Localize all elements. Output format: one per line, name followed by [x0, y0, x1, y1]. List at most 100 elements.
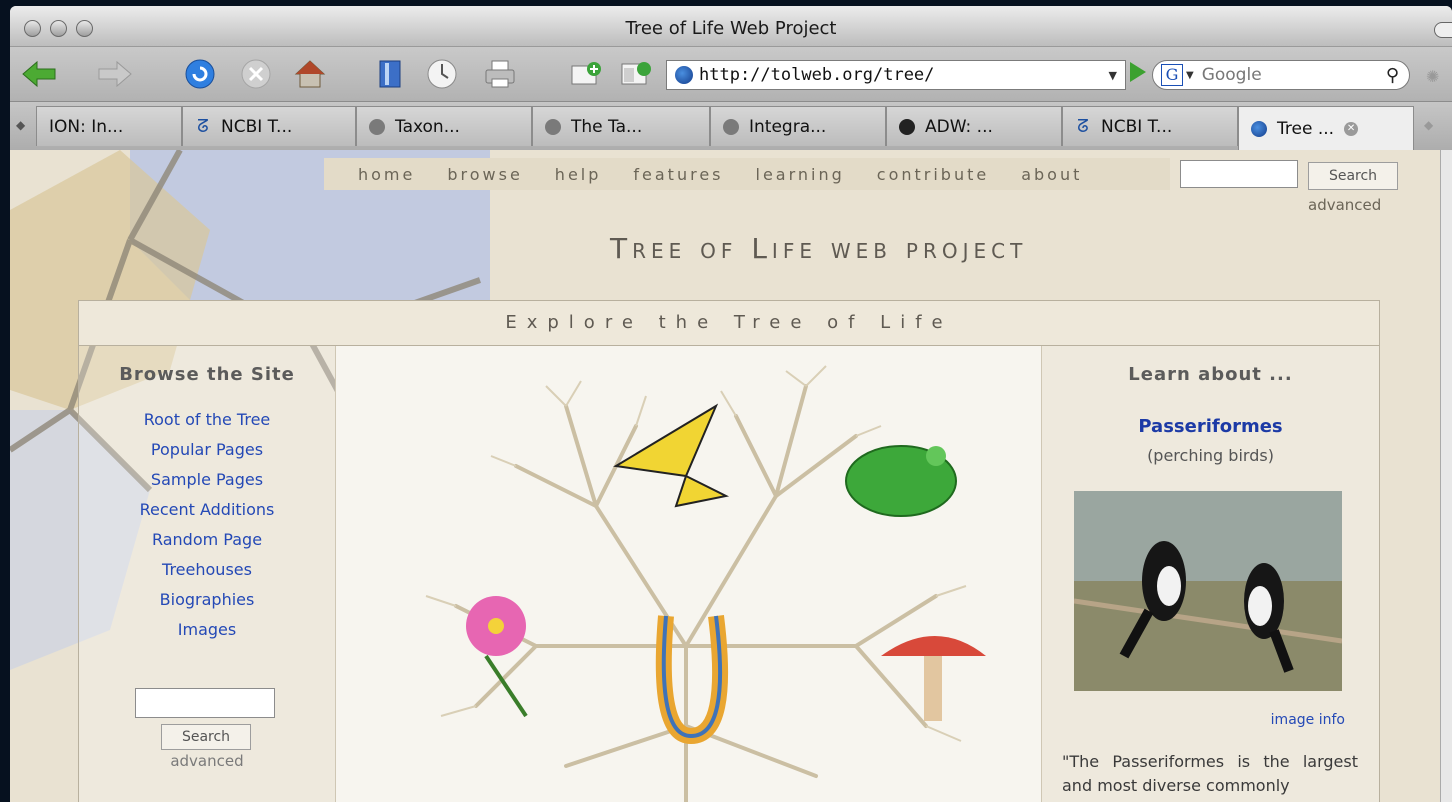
explore-panel: Explore the Tree of Life Browse the Site…: [78, 300, 1380, 802]
browse-heading: Browse the Site: [119, 364, 295, 385]
tree-illustration[interactable]: [336, 346, 1042, 802]
google-engine-icon[interactable]: G: [1161, 64, 1183, 86]
tab-bar: ◆ ION: In... ᘔ NCBI T... Taxon... The Ta.…: [10, 102, 1452, 151]
browse-search-button[interactable]: Search: [161, 724, 251, 750]
advanced-search-link[interactable]: advanced: [1308, 196, 1381, 214]
tab-label: Integra...: [749, 116, 827, 137]
nav-learning[interactable]: learning: [756, 165, 845, 184]
learn-column: Learn about ... Passeriformes (perching …: [1042, 346, 1379, 802]
nav-home[interactable]: home: [358, 165, 415, 184]
link-images[interactable]: Images: [79, 620, 335, 639]
frog-icon: [845, 445, 957, 517]
throbber-icon: ✺: [1426, 67, 1440, 86]
paw-icon: [899, 118, 915, 135]
close-tab-icon[interactable]: ✕: [1344, 121, 1359, 136]
globe-icon: [369, 118, 385, 135]
stop-icon: [241, 59, 271, 89]
tab-scroll-right-icon[interactable]: ◆: [1424, 118, 1433, 132]
nav-about[interactable]: about: [1021, 165, 1082, 184]
nav-help[interactable]: help: [555, 165, 602, 184]
browse-advanced-link[interactable]: advanced: [79, 752, 335, 770]
bookmarks-icon: [379, 60, 401, 88]
ncbi-helix-icon: ᘔ: [1077, 115, 1089, 137]
search-placeholder: Google: [1201, 65, 1262, 85]
site-search-button[interactable]: Search: [1308, 162, 1398, 190]
featured-taxon-link[interactable]: Passeriformes: [1042, 416, 1379, 437]
new-window-button[interactable]: [616, 59, 656, 89]
go-button[interactable]: [1130, 62, 1146, 82]
learn-heading: Learn about ...: [1128, 364, 1293, 385]
home-icon: [294, 60, 326, 88]
forward-button[interactable]: [94, 59, 136, 89]
tab-ion[interactable]: ION: In...: [36, 106, 182, 146]
featured-taxon-quote: "The Passeriformes is the largest and mo…: [1062, 752, 1358, 795]
reload-button[interactable]: [180, 59, 220, 89]
nav-contribute[interactable]: contribute: [877, 165, 989, 184]
tab-label: The Ta...: [571, 116, 643, 137]
link-sample-pages[interactable]: Sample Pages: [79, 470, 335, 489]
url-dropdown-icon[interactable]: ▼: [1109, 69, 1117, 82]
ncbi-helix-icon: ᘔ: [197, 115, 209, 137]
magnifier-icon[interactable]: ⚲: [1386, 65, 1399, 86]
title-bar: Tree of Life Web Project: [10, 6, 1452, 47]
tab-label: ION: In...: [49, 116, 124, 137]
back-button[interactable]: [18, 59, 60, 89]
site-search-input[interactable]: [1180, 160, 1298, 188]
forward-arrow-icon: [98, 60, 132, 88]
tab-label: NCBI T...: [221, 116, 293, 137]
stop-button[interactable]: [236, 59, 276, 89]
tab-taxon[interactable]: Taxon...: [356, 106, 532, 146]
tab-integra[interactable]: Integra...: [710, 106, 886, 146]
history-button[interactable]: [422, 59, 462, 89]
explore-heading: Explore the Tree of Life: [79, 301, 1379, 346]
new-tab-icon: [571, 62, 601, 85]
site-favicon-icon: [1251, 120, 1267, 137]
browse-search-input[interactable]: [135, 688, 275, 718]
window-title: Tree of Life Web Project: [625, 18, 837, 39]
nav-browse[interactable]: browse: [447, 165, 522, 184]
vertical-scrollbar[interactable]: [1440, 150, 1452, 802]
bookmarks-button[interactable]: [372, 59, 408, 89]
link-recent-additions[interactable]: Recent Additions: [79, 500, 335, 519]
tab-ncbi-1[interactable]: ᘔ NCBI T...: [182, 106, 356, 146]
url-text: http://tolweb.org/tree/: [699, 65, 935, 85]
bird-photo[interactable]: [1074, 491, 1342, 691]
globe-icon: [723, 118, 739, 135]
site-favicon-icon: [675, 66, 693, 84]
image-info-link[interactable]: image info: [1271, 712, 1345, 728]
tab-adw[interactable]: ADW: ...: [886, 106, 1062, 146]
reload-icon: [185, 59, 215, 89]
navigation-toolbar: http://tolweb.org/tree/ ▼ G ▼ Google ⚲ ✺: [10, 47, 1452, 102]
browser-window: Tree of Life Web Project http://tolweb.o…: [10, 6, 1452, 802]
new-tab-button[interactable]: [566, 59, 606, 89]
tab-label: Taxon...: [395, 116, 460, 137]
site-brand-title: Tree of Life web project: [610, 232, 1028, 265]
toolbar-toggle-button[interactable]: [1434, 22, 1452, 38]
link-root-of-tree[interactable]: Root of the Tree: [79, 410, 335, 429]
tab-tree-active[interactable]: Tree ... ✕: [1238, 106, 1414, 150]
tab-label: ADW: ...: [925, 116, 993, 137]
tab-scroll-left-icon[interactable]: ◆: [16, 118, 25, 132]
engine-dropdown-icon[interactable]: ▼: [1186, 70, 1194, 81]
clock-icon: [427, 59, 457, 89]
back-arrow-icon: [22, 60, 56, 88]
search-box[interactable]: G ▼ Google ⚲: [1152, 60, 1410, 90]
featured-taxon-subtitle: (perching birds): [1147, 446, 1274, 465]
new-window-icon: [621, 62, 651, 85]
nav-features[interactable]: features: [633, 165, 723, 184]
page-content: home browse help features learning contr…: [10, 150, 1440, 802]
address-bar[interactable]: http://tolweb.org/tree/ ▼: [666, 60, 1126, 90]
link-random-page[interactable]: Random Page: [79, 530, 335, 549]
link-treehouses[interactable]: Treehouses: [79, 560, 335, 579]
printer-icon: [485, 60, 515, 88]
site-nav: home browse help features learning contr…: [324, 158, 1170, 190]
tab-label: NCBI T...: [1101, 116, 1173, 137]
print-button[interactable]: [480, 59, 520, 89]
link-biographies[interactable]: Biographies: [79, 590, 335, 609]
tab-label: Tree ...: [1277, 118, 1335, 139]
tab-ncbi-2[interactable]: ᘔ NCBI T...: [1062, 106, 1238, 146]
globe-icon: [545, 118, 561, 135]
link-popular-pages[interactable]: Popular Pages: [79, 440, 335, 459]
home-button[interactable]: [290, 59, 330, 89]
tab-the-ta[interactable]: The Ta...: [532, 106, 710, 146]
